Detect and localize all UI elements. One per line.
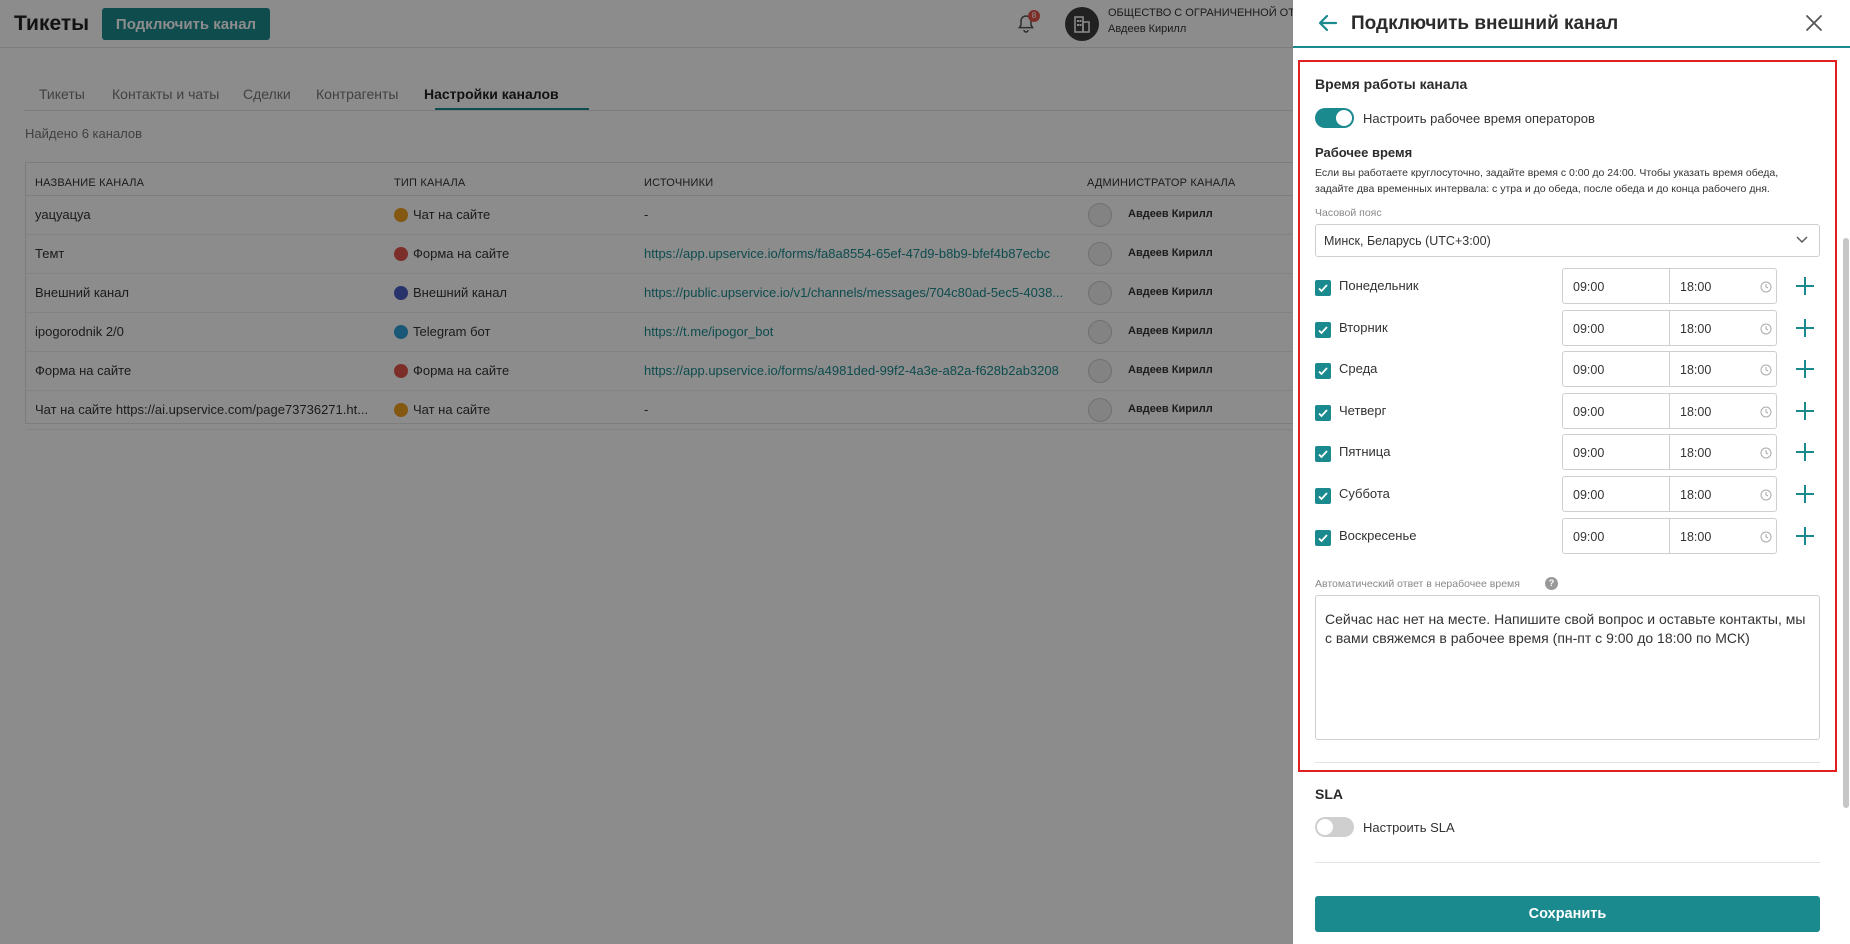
weekday-row: Понедельник 09:00 18:00 <box>1315 268 1845 304</box>
chevron-down-icon <box>1796 236 1808 243</box>
time-to-input[interactable]: 18:00 <box>1669 309 1777 346</box>
time-to-input[interactable]: 18:00 <box>1669 392 1777 429</box>
plus-icon[interactable] <box>1795 359 1815 379</box>
check-icon <box>1318 284 1328 293</box>
weekday-label: Воскресенье <box>1339 527 1417 543</box>
clock-icon <box>1760 489 1772 501</box>
weekday-label: Суббота <box>1339 486 1390 501</box>
check-icon <box>1318 409 1328 418</box>
plus-icon[interactable] <box>1795 484 1815 504</box>
work-time-toggle[interactable] <box>1315 108 1354 128</box>
weekday-label: Пятница <box>1339 444 1391 460</box>
sla-section-title: SLA <box>1315 786 1343 802</box>
weekday-row: Воскресенье 09:00 18:00 <box>1315 517 1845 554</box>
time-from-input[interactable]: 09:00 <box>1562 476 1670 512</box>
time-to-input[interactable]: 18:00 <box>1669 434 1777 471</box>
plus-icon[interactable] <box>1795 318 1815 338</box>
time-from-input[interactable]: 09:00 <box>1562 434 1670 471</box>
plus-icon[interactable] <box>1795 526 1815 546</box>
time-to-input[interactable]: 18:00 <box>1669 268 1777 304</box>
help-icon[interactable]: ? <box>1545 577 1558 590</box>
work-time-hint: Если вы работаете круглосуточно, задайте… <box>1315 167 1779 195</box>
sla-toggle-label: Настроить SLA <box>1363 820 1455 835</box>
save-button[interactable]: Сохранить <box>1315 896 1820 932</box>
plus-icon[interactable] <box>1795 401 1815 421</box>
weekday-row: Вторник 09:00 18:00 <box>1315 309 1845 346</box>
weekday-row: Пятница 09:00 18:00 <box>1315 434 1845 471</box>
weekday-label: Четверг <box>1339 402 1387 418</box>
check-icon <box>1318 325 1328 334</box>
weekday-label: Среда <box>1339 361 1378 377</box>
time-from-input[interactable]: 09:00 <box>1562 351 1670 388</box>
timezone-select[interactable]: Минск, Беларусь (UTC+3:00) <box>1315 224 1820 257</box>
sla-toggle[interactable] <box>1315 817 1354 837</box>
weekday-row: Среда 09:00 18:00 <box>1315 351 1845 388</box>
check-icon <box>1318 492 1328 501</box>
time-from-input[interactable]: 09:00 <box>1562 309 1670 346</box>
clock-icon <box>1760 531 1772 543</box>
weekday-checkbox[interactable] <box>1315 363 1331 380</box>
weekday-checkbox[interactable] <box>1315 321 1331 338</box>
clock-icon <box>1760 364 1772 376</box>
time-from-input[interactable]: 09:00 <box>1562 517 1670 554</box>
clock-icon <box>1760 406 1772 418</box>
weekday-checkbox[interactable] <box>1315 488 1331 504</box>
panel-title: Подключить внешний канал <box>1351 13 1619 34</box>
plus-icon[interactable] <box>1795 276 1815 296</box>
plus-icon[interactable] <box>1795 442 1815 462</box>
weekday-checkbox[interactable] <box>1315 529 1331 546</box>
auto-reply-textarea[interactable]: Сейчас нас нет на месте. Напишите свой в… <box>1315 595 1820 740</box>
panel-header: Подключить внешний канал <box>1293 0 1850 48</box>
work-time-subtitle: Рабочее время <box>1315 145 1413 160</box>
time-from-input[interactable]: 09:00 <box>1562 268 1670 304</box>
time-to-input[interactable]: 18:00 <box>1669 517 1777 554</box>
panel-scrollbar[interactable] <box>1843 238 1849 808</box>
weekday-row: Суббота 09:00 18:00 <box>1315 476 1845 512</box>
auto-reply-label: Автоматический ответ в нерабочее время <box>1315 578 1520 590</box>
clock-icon <box>1760 447 1772 459</box>
check-icon <box>1318 533 1328 542</box>
clock-icon <box>1760 323 1772 335</box>
weekday-row: Четверг 09:00 18:00 <box>1315 392 1845 429</box>
weekday-label: Понедельник <box>1339 278 1419 293</box>
weekday-label: Вторник <box>1339 319 1388 335</box>
work-time-section-title: Время работы канала <box>1315 76 1468 92</box>
weekday-checkbox[interactable] <box>1315 404 1331 421</box>
time-to-input[interactable]: 18:00 <box>1669 476 1777 512</box>
check-icon <box>1318 450 1328 459</box>
check-icon <box>1318 367 1328 376</box>
arrow-left-icon[interactable] <box>1317 12 1339 34</box>
weekday-checkbox[interactable] <box>1315 280 1331 296</box>
time-from-input[interactable]: 09:00 <box>1562 392 1670 429</box>
clock-icon <box>1760 281 1772 293</box>
timezone-label: Часовой пояс <box>1315 207 1382 219</box>
close-icon[interactable] <box>1804 13 1824 33</box>
timezone-value: Минск, Беларусь (UTC+3:00) <box>1324 234 1491 248</box>
weekday-checkbox[interactable] <box>1315 446 1331 463</box>
time-to-input[interactable]: 18:00 <box>1669 351 1777 388</box>
work-time-toggle-label: Настроить рабочее время операторов <box>1363 111 1595 126</box>
